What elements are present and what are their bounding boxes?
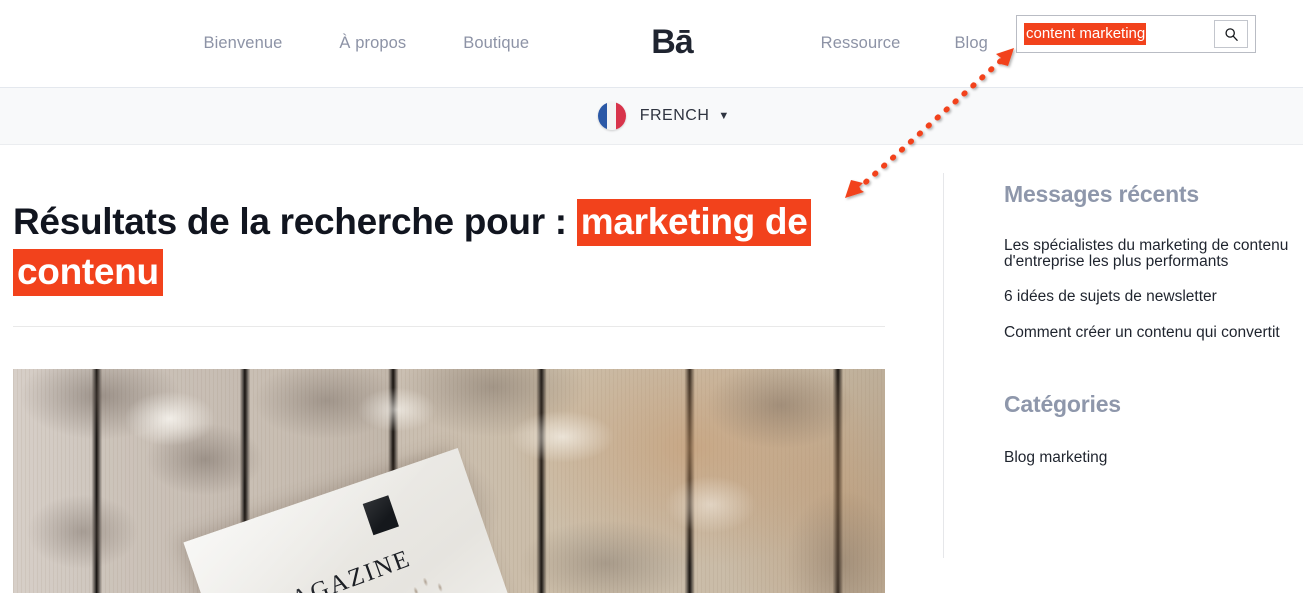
nav-left-group: Bienvenue À propos Boutique [204, 34, 530, 53]
sidebar-divider [943, 173, 944, 558]
site-logo[interactable]: Bā [651, 25, 693, 59]
page-title-prefix: Résultats de la recherche pour : [13, 201, 577, 242]
list-item[interactable]: Blog marketing [1004, 430, 1303, 466]
search-results-content: Résultats de la recherche pour : marketi… [0, 145, 943, 593]
nav-item-ressource[interactable]: Ressource [821, 34, 901, 53]
nav-item-a-propos[interactable]: À propos [339, 34, 406, 53]
french-flag-icon [597, 102, 626, 130]
title-divider [13, 325, 885, 327]
main-navigation: Bienvenue À propos Boutique Bā Ressource… [204, 25, 1100, 61]
nav-item-blog[interactable]: Blog [954, 34, 987, 53]
main-area: Résultats de la recherche pour : marketi… [0, 145, 1303, 593]
search-box[interactable]: content marketing [1016, 15, 1256, 53]
nav-item-bienvenue[interactable]: Bienvenue [204, 34, 283, 53]
language-bar: FRENCH ▼ [0, 87, 1303, 145]
sidebar-heading-categories: Catégories [1004, 391, 1121, 417]
search-input[interactable]: content marketing [1024, 16, 1214, 52]
chevron-down-icon: ▼ [718, 110, 730, 122]
language-selector[interactable]: FRENCH ▼ [597, 102, 730, 130]
categories-list: Blog marketing [1004, 418, 1303, 466]
sidebar-heading-recent-posts: Messages récents [1004, 181, 1199, 207]
sidebar: Messages récents Les spécialistes du mar… [943, 145, 1303, 593]
page-root: Bienvenue À propos Boutique Bā Ressource… [0, 0, 1303, 593]
search-input-value: content marketing [1024, 23, 1147, 45]
list-item[interactable]: 6 idées de sujets de newsletter [1004, 269, 1303, 305]
search-results-title: Résultats de la recherche pour : marketi… [0, 145, 943, 298]
nav-item-boutique[interactable]: Boutique [463, 34, 529, 53]
result-hero-image[interactable]: MAGAZINE [13, 368, 885, 593]
language-label: FRENCH [639, 107, 710, 124]
recent-posts-list: Les spécialistes du marketing de contenu… [1004, 208, 1303, 340]
list-item[interactable]: Comment créer un contenu qui convertit [1004, 305, 1303, 341]
search-submit-button[interactable] [1214, 20, 1248, 48]
list-item[interactable]: Les spécialistes du marketing de contenu… [1004, 218, 1303, 269]
search-icon [1224, 27, 1238, 41]
site-header: Bienvenue À propos Boutique Bā Ressource… [0, 0, 1303, 87]
